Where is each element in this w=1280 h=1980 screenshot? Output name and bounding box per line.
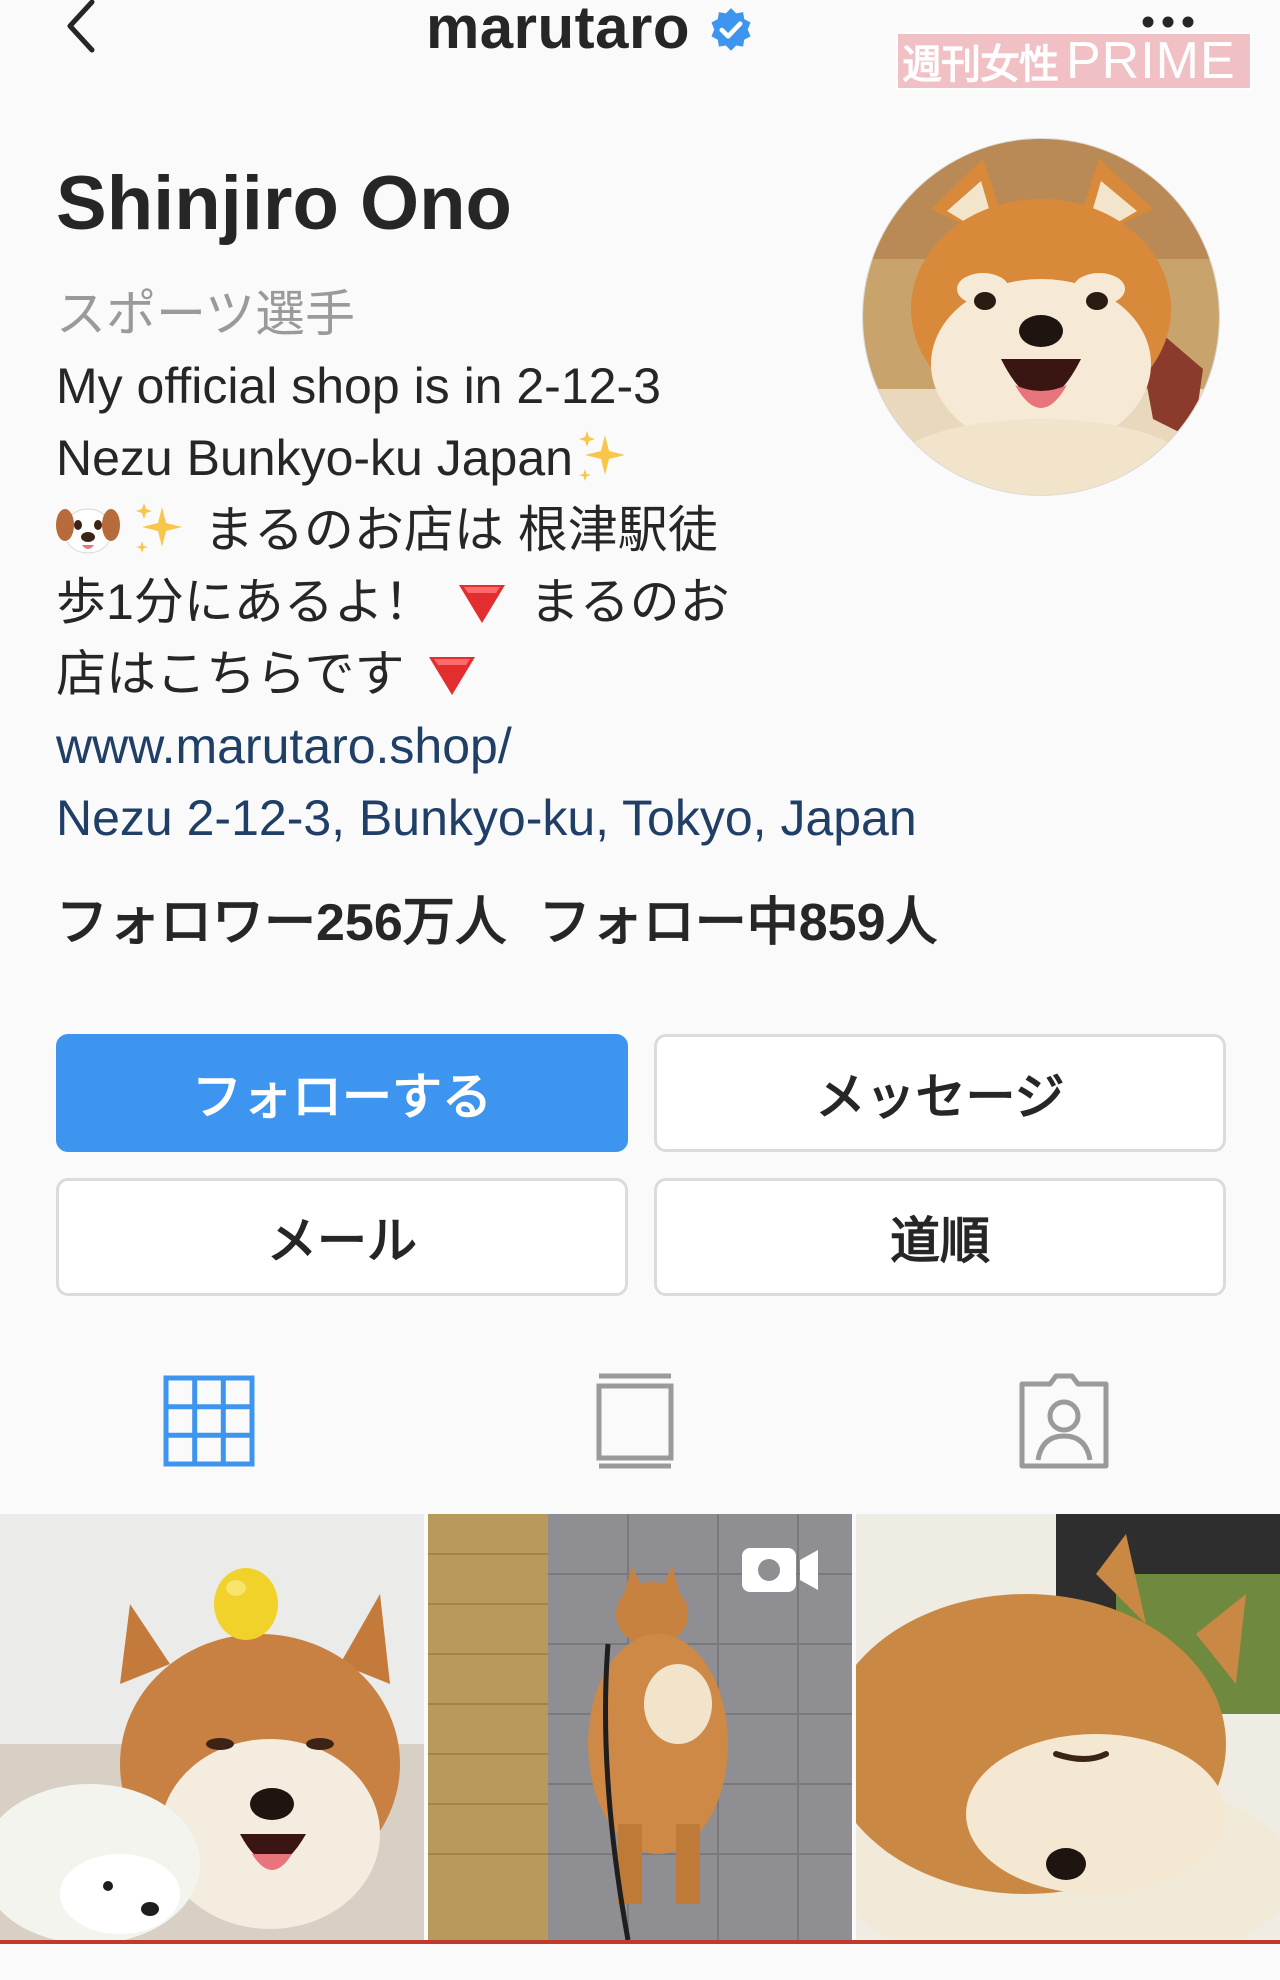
bio-line-2-row: Nezu Bunkyo-ku Japan — [56, 422, 856, 494]
feed-icon[interactable] — [585, 1370, 685, 1470]
sparkles-emoji-icon — [578, 431, 625, 481]
bio-line-2: Nezu Bunkyo-ku Japan — [56, 430, 573, 486]
bio-line-5-row: 店はこちらです — [56, 638, 856, 710]
dog-with-toy-photo — [0, 1514, 424, 1940]
bio-line-5: 店はこちらです — [56, 646, 405, 702]
post-thumbnail[interactable] — [0, 1514, 424, 1940]
bio-line-4b: まるのお — [529, 574, 730, 630]
publisher-watermark: 週刊女性 PRIME — [896, 32, 1252, 90]
bio-line-4-row: 歩1分にあるよ！ まるのお — [56, 566, 856, 638]
post-thumbnail[interactable] — [428, 1514, 852, 1940]
follow-button[interactable]: フォローする — [56, 1034, 628, 1152]
dog-face-emoji-icon — [56, 508, 120, 554]
followers-count[interactable]: フォロワー256万人 — [56, 894, 507, 952]
profile-bio: スポーツ選手 My official shop is in 2-12-3 Nez… — [56, 278, 917, 854]
watermark-en: PRIME — [1066, 32, 1236, 90]
following-count[interactable]: フォロー中859人 — [539, 894, 938, 952]
profile-category: スポーツ選手 — [56, 286, 355, 342]
sparkles-emoji-icon — [136, 503, 182, 553]
bottom-divider — [0, 1940, 1280, 1944]
profile-stats: フォロワー256万人 フォロー中859人 — [56, 880, 938, 955]
bio-line-3: まるのお店は 根津駅徒 — [203, 502, 718, 558]
avatar[interactable] — [862, 138, 1220, 496]
watermark-jp: 週刊女性 — [902, 43, 1059, 87]
bio-line-4a: 歩1分にあるよ！ — [56, 574, 434, 630]
verified-badge-icon — [711, 8, 751, 51]
display-name: Shinjiro Ono — [56, 161, 512, 246]
username: marutaro — [425, 0, 691, 61]
bio-line-3-row: まるのお店は 根津駅徒 — [56, 494, 856, 566]
address-link[interactable]: Nezu 2-12-3, Bunkyo-ku, Tokyo, Japan — [56, 782, 917, 854]
tagged-icon[interactable] — [1014, 1370, 1114, 1470]
video-icon — [742, 1548, 818, 1592]
dog-sleeping-photo — [856, 1514, 1280, 1940]
bio-line-1: My official shop is in 2-12-3 — [56, 358, 661, 414]
directions-button[interactable]: 道順 — [654, 1178, 1226, 1296]
email-button[interactable]: メール — [56, 1178, 628, 1296]
website-link[interactable]: www.marutaro.shop/ — [56, 710, 856, 782]
grid-icon[interactable] — [160, 1370, 260, 1470]
red-triangle-down-icon — [429, 657, 476, 695]
red-triangle-down-icon — [458, 585, 505, 623]
post-thumbnail[interactable] — [856, 1514, 1280, 1940]
message-button[interactable]: メッセージ — [654, 1034, 1226, 1152]
